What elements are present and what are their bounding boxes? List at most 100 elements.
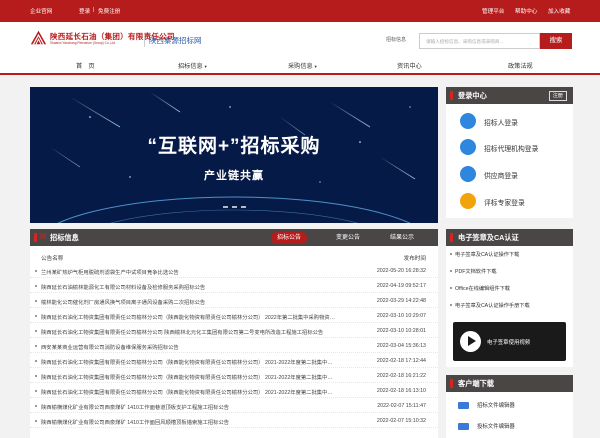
nav-news-center-label: 资讯中心 <box>397 63 422 70</box>
search-button[interactable]: 搜索 <box>540 33 572 49</box>
top-bar: 企业官网 登录 | 免费注册 管理平台 帮助中心 加入收藏 <box>0 0 600 22</box>
add-favorite-link[interactable]: 加入收藏 <box>548 7 570 15</box>
bid-editor-label: 投标文件编辑器 <box>477 424 515 430</box>
tender-row[interactable]: 陕西延长石油化工物资集团有限责任公司榆林分公司（陕西能化物资有限责任公司榆林分公… <box>30 384 438 398</box>
tender-editor-label: 招标文件编辑器 <box>477 403 515 409</box>
topbar-separator: | <box>93 7 95 13</box>
tender-row[interactable]: 陕西延长石油化工物资集团有限责任公司榆林分公司（陕西能化物资有限责任公司榆林分公… <box>30 354 438 368</box>
company-logo-icon <box>30 30 47 45</box>
section-marker <box>450 91 453 100</box>
tab-change-announcement[interactable]: 变更公告 <box>330 232 366 244</box>
tender-row-date: 2022-03-29 14:22:48 <box>376 298 426 304</box>
bullet-icon <box>35 285 37 287</box>
tender-row-title[interactable]: 陕西延长石油榆林能源化工有限公司材料设备及检修服务采购招标公告 <box>41 283 337 291</box>
tender-row-title[interactable]: 陕西延长石油化工物资集团有限责任公司榆林分公司（陕西能化物资有限责任公司榆林分公… <box>41 358 337 366</box>
tender-row-title[interactable]: 陕西榆横煤化矿业有限公司西泉煤矿 1410工作面回风顺槽顶板锚索施工招标公告 <box>41 418 337 426</box>
bullet-icon <box>35 300 37 302</box>
esign-video-label: 电子签章使用视频 <box>487 340 531 346</box>
tender-row-title[interactable]: 陕西延长石油化工物资集团有限责任公司榆林分公司（陕西能化物资有限责任公司榆林分公… <box>41 373 337 381</box>
tenderer-login-label: 招标人登录 <box>484 120 518 127</box>
flag-icon: ▤ <box>40 233 47 240</box>
tender-row[interactable]: 西安某某商业运营有限公司消防设备维保服务采购招标公告 2022-03-04 15:… <box>30 339 438 353</box>
tender-info-title: 招标信息 <box>50 233 79 242</box>
nav-tender-info[interactable]: 招标信息 ▾ <box>178 61 207 70</box>
tender-row-title[interactable]: 榆林能化公司催化剂厂房通风换气项目离子通风设备采购二次招标公告 <box>41 298 337 306</box>
tender-row[interactable]: 榆林能化公司催化剂厂房通风换气项目离子通风设备采购二次招标公告 2022-03-2… <box>30 294 438 308</box>
tender-row[interactable]: 陕西延长石油榆林能源化工有限公司材料设备及检修服务采购招标公告 2022-04-1… <box>30 279 438 293</box>
agency-login-label: 招标代理机构登录 <box>484 146 539 153</box>
pdf-software-download-link[interactable]: PDF文档软件下载 <box>450 268 497 275</box>
esign-ca-panel: 电子签章及CA认证 电子签章及CA认证操作下载 PDF文档软件下载 Office… <box>446 229 573 367</box>
banner-dot[interactable] <box>222 206 228 208</box>
tenderer-login-button[interactable]: 招标人登录 <box>460 111 560 132</box>
tender-row-title[interactable]: 陕西延长石油化工物资集团有限责任公司榆林分公司（陕西能化物资有限责任公司榆林分公… <box>41 313 337 321</box>
nav-procurement-info[interactable]: 采购信息 ▾ <box>288 61 317 70</box>
tender-row-date: 2022-02-07 15:11:47 <box>377 403 426 409</box>
client-download-panel: 客户端下载 招标文件编辑器 投标文件编辑器 <box>446 375 573 438</box>
monitor-icon <box>458 423 469 431</box>
admin-platform-link[interactable]: 管理平台 <box>482 7 504 15</box>
login-center-panel: 登录中心 注册 招标人登录 招标代理机构登录 供应商登录 评标专家登录 <box>446 87 573 218</box>
bullet-icon <box>35 390 37 392</box>
banner-pagination[interactable] <box>30 206 438 208</box>
main-nav: 首 页 招标信息 ▾ 采购信息 ▾ 资讯中心 政策法规 <box>0 55 600 75</box>
banner-title: “互联网+”招标采购 <box>147 136 321 157</box>
enterprise-site-link[interactable]: 企业官网 <box>30 7 52 15</box>
agency-login-button[interactable]: 招标代理机构登录 <box>460 137 560 158</box>
tender-row-title[interactable]: 西安某某商业运营有限公司消防设备维保服务采购招标公告 <box>41 343 337 351</box>
bid-editor-download-link[interactable]: 投标文件编辑器 <box>458 422 515 431</box>
chevron-down-icon: ▾ <box>204 64 207 69</box>
tender-row-title[interactable]: 陕西延长石油化工物资集团有限责任公司榆林分公司 陕西榆林北元化工集团有限公司第二… <box>41 328 337 336</box>
section-marker <box>450 233 453 242</box>
search-category-label[interactable]: 招标信息 <box>386 36 406 43</box>
column-header-date: 发布时间 <box>403 256 426 262</box>
tender-info-header: ▤ 招标信息 招标公告 变更公告 结果公示 <box>30 229 438 246</box>
help-center-link[interactable]: 帮助中心 <box>515 7 537 15</box>
tab-result-publicity[interactable]: 结果公示 <box>384 232 420 244</box>
register-button[interactable]: 注册 <box>548 91 567 101</box>
nav-home[interactable]: 首 页 <box>76 61 95 70</box>
office-component-download-link[interactable]: Office在线编辑组件下载 <box>450 285 510 292</box>
tender-row[interactable]: 陕西榆横煤化矿业有限公司西泉煤矿 1410工作面巷道顶板支护工程施工招标公告 20… <box>30 399 438 413</box>
hero-banner[interactable]: “互联网+”招标采购 产业链共赢 <box>30 87 438 223</box>
tender-info-panel: ▤ 招标信息 招标公告 变更公告 结果公示 公告名称 发布时间 兰州某矿热炉气柜… <box>30 229 438 438</box>
supplier-login-button[interactable]: 供应商登录 <box>460 164 560 185</box>
tender-row-date: 2022-02-18 16:21:22 <box>376 373 426 379</box>
banner-dot[interactable] <box>240 206 246 208</box>
bullet-icon <box>35 270 37 272</box>
monitor-icon <box>458 402 469 410</box>
tender-editor-download-link[interactable]: 招标文件编辑器 <box>458 401 515 410</box>
client-download-header: 客户端下载 <box>446 375 573 392</box>
nav-policy[interactable]: 政策法规 <box>508 61 533 70</box>
bullet-icon <box>35 345 37 347</box>
esign-video-button[interactable]: 电子签章使用视频 <box>453 322 566 361</box>
login-center-header: 登录中心 注册 <box>446 87 573 104</box>
column-header-announcement: 公告名称 <box>41 256 64 262</box>
tender-row[interactable]: 兰州某矿热炉气柜用脱硫剂滤袋生产中试项目竞争比选公告 2022-05-20 16:… <box>30 264 438 278</box>
search-input[interactable]: 请输入招标信息、采购信息或采购商... <box>419 33 540 49</box>
nav-home-label: 首 页 <box>76 63 95 70</box>
login-link[interactable]: 登录 <box>79 7 90 15</box>
tender-row-title[interactable]: 兰州某矿热炉气柜用脱硫剂滤袋生产中试项目竞争比选公告 <box>41 268 337 276</box>
nav-news-center[interactable]: 资讯中心 <box>397 61 422 70</box>
esign-download-link[interactable]: 电子签章及CA认证操作下载 <box>449 251 519 258</box>
tab-tender-announcement[interactable]: 招标公告 <box>271 232 308 244</box>
tender-row[interactable]: 陕西延长石油化工物资集团有限责任公司榆林分公司（陕西能化物资有限责任公司榆林分公… <box>30 369 438 383</box>
tender-row-title[interactable]: 陕西榆横煤化矿业有限公司西泉煤矿 1410工作面巷道顶板支护工程施工招标公告 <box>41 403 337 411</box>
free-register-link[interactable]: 免费注册 <box>98 7 120 15</box>
tender-row-date: 2022-03-10 10:29:07 <box>376 313 426 319</box>
section-marker <box>450 379 453 388</box>
tender-row[interactable]: 陕西延长石油化工物资集团有限责任公司榆林分公司（陕西能化物资有限责任公司榆林分公… <box>30 309 438 323</box>
bullet-icon <box>35 420 37 422</box>
tender-row-date: 2022-02-07 15:10:32 <box>376 418 426 424</box>
expert-login-button[interactable]: 评标专家登录 <box>460 191 560 212</box>
tender-row-title[interactable]: 陕西延长石油化工物资集团有限责任公司榆林分公司（陕西能化物资有限责任公司榆林分公… <box>41 388 337 396</box>
tender-row[interactable]: 陕西榆横煤化矿业有限公司西泉煤矿 1410工作面回风顺槽顶板锚索施工招标公告 20… <box>30 414 438 428</box>
bullet-icon <box>35 405 37 407</box>
tender-row[interactable]: 陕西延长石油化工物资集团有限责任公司榆林分公司 陕西榆林北元化工集团有限公司第二… <box>30 324 438 338</box>
esign-manual-download-link[interactable]: 电子签章及CA认证操作手册下载 <box>450 302 530 309</box>
client-download-title: 客户端下载 <box>458 379 494 388</box>
banner-dot[interactable] <box>231 206 237 208</box>
tender-row-date: 2022-03-10 10:28:01 <box>376 328 426 334</box>
play-icon <box>460 331 481 352</box>
